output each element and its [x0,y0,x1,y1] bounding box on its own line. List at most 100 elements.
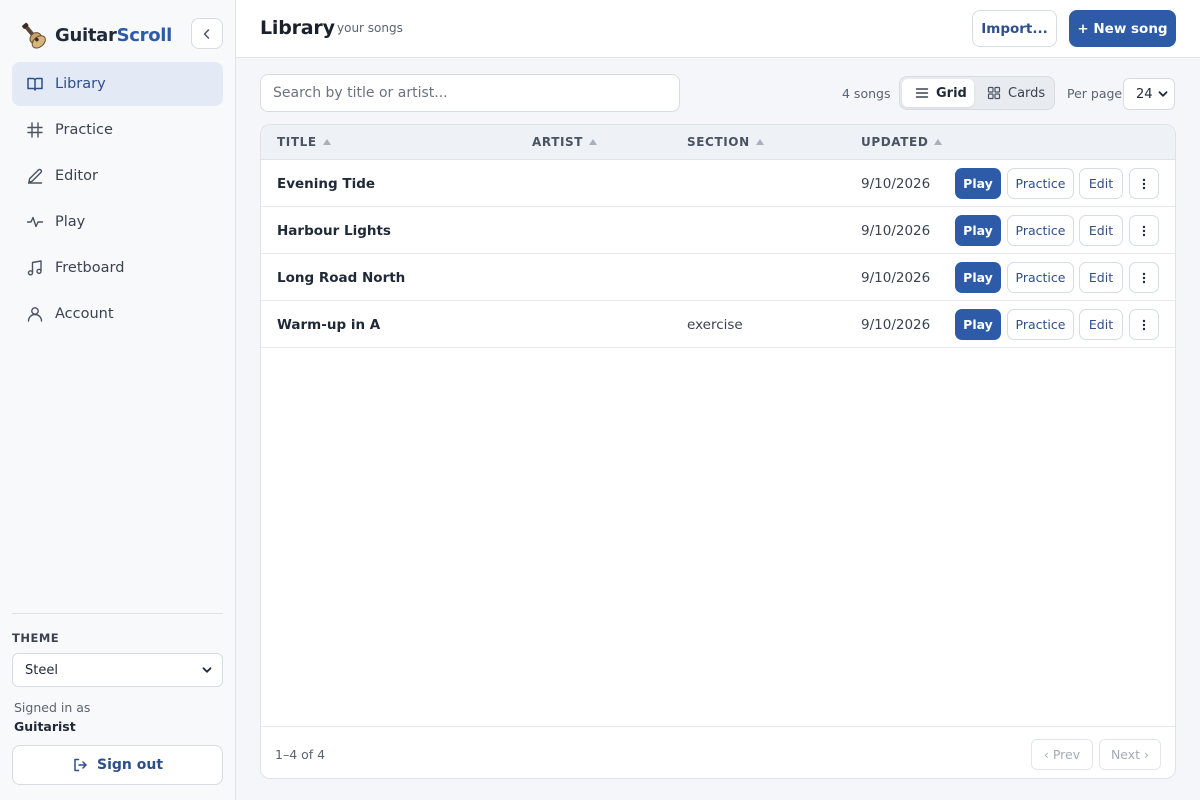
sidebar-item-label: Play [55,214,86,230]
song-title: Long Road North [277,270,406,286]
more-button[interactable] [1129,215,1159,246]
song-updated: 9/10/2026 [861,223,931,239]
list-icon [915,86,929,100]
theme-select-value: Steel [25,662,58,678]
sidebar-item-practice[interactable]: Practice [12,108,223,152]
play-button[interactable]: Play [955,309,1001,340]
chevron-down-icon [202,667,212,673]
sort-icon [322,139,331,145]
sign-out-label: Sign out [96,757,164,773]
view-cards-button[interactable]: Cards [974,79,1055,107]
column-title[interactable]: TITLE [277,135,331,149]
more-vertical-icon [1142,225,1146,236]
column-artist[interactable]: ARTIST [532,135,598,149]
collapse-sidebar-button[interactable] [191,18,223,49]
guitar-logo-icon [22,22,46,49]
view-cards-label: Cards [1008,85,1046,101]
column-updated[interactable]: UPDATED [861,135,943,149]
table-row: Harbour Lights 9/10/2026 Play Practice E… [261,207,1175,254]
book-icon [26,75,44,93]
song-title: Warm-up in A [277,317,381,333]
view-grid-button[interactable]: Grid [902,79,974,107]
column-section[interactable]: SECTION [687,135,764,149]
user-icon [26,305,44,323]
sidebar-item-library[interactable]: Library [12,62,223,106]
play-button[interactable]: Play [955,168,1001,199]
play-button[interactable]: Play [955,215,1001,246]
view-grid-label: Grid [936,85,967,101]
sign-out-icon [72,757,88,773]
practice-button[interactable]: Practice [1007,168,1074,199]
song-updated: 9/10/2026 [861,317,931,333]
import-button[interactable]: Import... [972,10,1057,47]
table-row: Long Road North 9/10/2026 Play Practice … [261,254,1175,301]
pagination-range: 1–4 of 4 [275,747,326,762]
sidebar-nav: Library Practice Editor Play Fretboard A… [12,62,223,338]
practice-button[interactable]: Practice [1007,262,1074,293]
next-page-button[interactable]: Next › [1099,739,1161,770]
search-input[interactable] [260,74,680,112]
sidebar-item-label: Editor [55,168,98,184]
prev-page-button[interactable]: ‹ Prev [1031,739,1093,770]
practice-button[interactable]: Practice [1007,309,1074,340]
music-note-icon [26,259,44,277]
song-section: exercise [687,317,743,333]
more-vertical-icon [1142,178,1146,189]
sidebar-item-account[interactable]: Account [12,292,223,336]
signed-in-label: Signed in as [14,700,91,715]
sort-icon [755,139,764,145]
new-song-button[interactable]: + New song [1069,10,1176,47]
page-subtitle: your songs [337,21,403,35]
song-title: Harbour Lights [277,223,391,239]
table-footer: 1–4 of 4 ‹ Prev Next › [261,726,1175,778]
top-bar: Library your songs Import... + New song [236,0,1200,58]
sidebar-item-label: Practice [55,122,113,138]
hash-icon [26,121,44,139]
sidebar-item-label: Fretboard [55,260,125,276]
sidebar-item-play[interactable]: Play [12,200,223,244]
page-title: Library [260,17,335,39]
signed-in-user: Guitarist [14,719,76,734]
song-count: 4 songs [842,86,891,101]
sidebar-item-editor[interactable]: Editor [12,154,223,198]
edit-button[interactable]: Edit [1079,215,1123,246]
song-title: Evening Tide [277,176,376,192]
more-button[interactable] [1129,309,1159,340]
more-vertical-icon [1142,319,1146,330]
per-page-select[interactable]: 24 [1123,78,1175,110]
sign-out-button[interactable]: Sign out [12,745,223,785]
pulse-icon [26,213,44,231]
songs-table: TITLE ARTIST SECTION UPDATED Evening Tid… [260,124,1176,779]
sidebar-footer: THEME Steel Signed in as Guitarist Sign … [12,613,223,785]
per-page-label: Per page [1067,86,1123,101]
sort-icon [934,139,943,145]
table-header: TITLE ARTIST SECTION UPDATED [261,125,1175,160]
pen-icon [26,167,44,185]
table-row: Evening Tide 9/10/2026 Play Practice Edi… [261,160,1175,207]
song-updated: 9/10/2026 [861,176,931,192]
sidebar-item-label: Library [55,76,106,92]
brand-name: GuitarScroll [55,24,173,46]
play-button[interactable]: Play [955,262,1001,293]
more-button[interactable] [1129,168,1159,199]
view-toggle: Grid Cards [899,76,1055,110]
grid-icon [987,86,1001,100]
edit-button[interactable]: Edit [1079,262,1123,293]
more-button[interactable] [1129,262,1159,293]
theme-label: THEME [12,631,60,645]
table-row: Warm-up in A exercise 9/10/2026 Play Pra… [261,301,1175,348]
brand[interactable]: GuitarScroll [20,20,172,50]
edit-button[interactable]: Edit [1079,168,1123,199]
theme-select[interactable]: Steel [12,653,223,687]
chevron-left-icon [203,28,210,39]
sort-icon [589,139,598,145]
more-vertical-icon [1142,272,1146,283]
sidebar-item-label: Account [55,306,114,322]
edit-button[interactable]: Edit [1079,309,1123,340]
per-page-value: 24 [1136,86,1153,102]
song-updated: 9/10/2026 [861,270,931,286]
chevron-down-icon [1158,91,1168,97]
practice-button[interactable]: Practice [1007,215,1074,246]
sidebar-item-fretboard[interactable]: Fretboard [12,246,223,290]
sidebar: GuitarScroll Library Practice Editor Pla… [0,0,236,800]
